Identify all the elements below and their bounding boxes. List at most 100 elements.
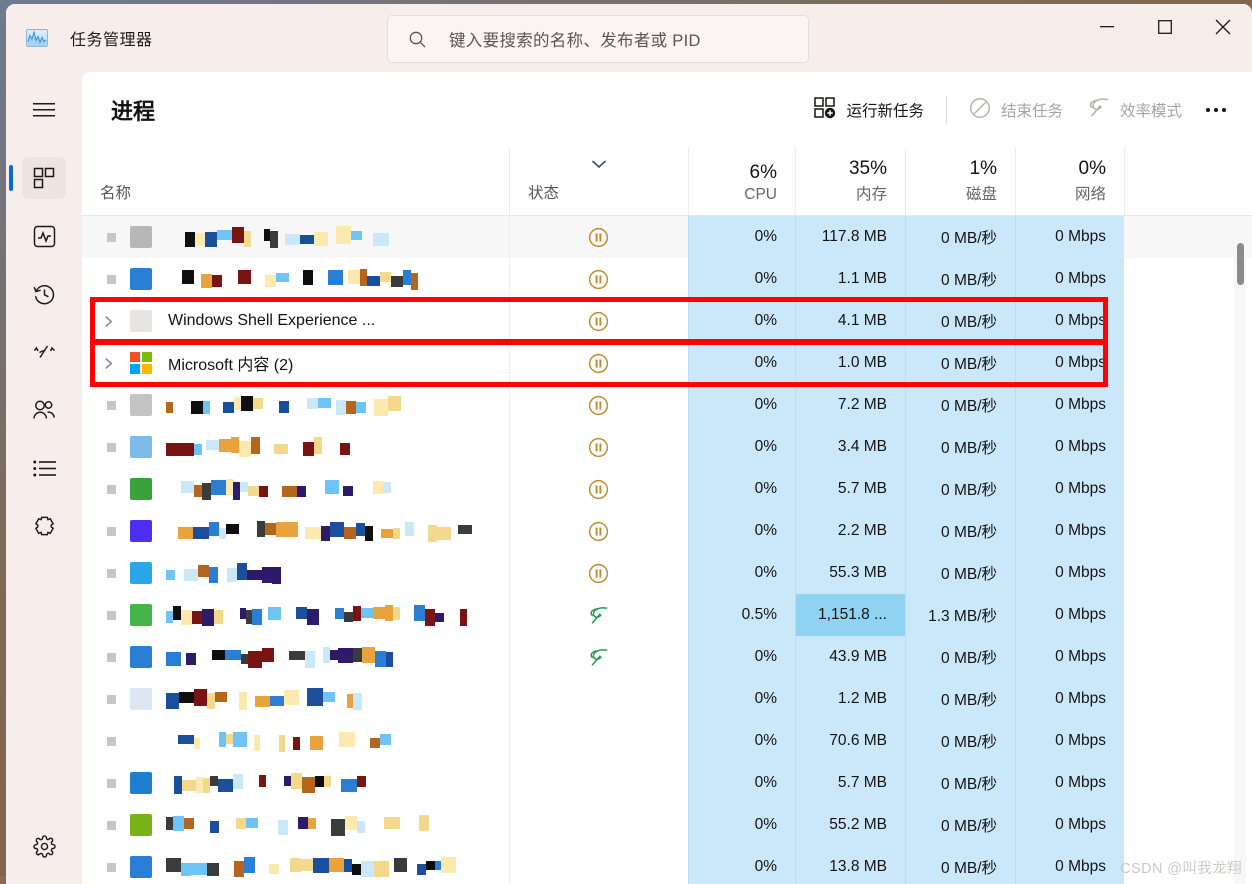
pause-icon <box>588 563 609 584</box>
column-header-network[interactable]: 0% 网络 <box>1015 148 1124 215</box>
cell-memory: 5.7 MB <box>795 468 905 510</box>
table-row[interactable]: 0%2.2 MB0 MB/秒0 Mbps <box>82 510 1252 552</box>
app-icon <box>130 856 152 878</box>
cell-status <box>509 426 688 468</box>
expand-toggle <box>104 569 126 578</box>
search-icon <box>408 30 427 49</box>
close-button[interactable] <box>1194 4 1252 50</box>
expand-toggle <box>104 611 126 620</box>
column-header-cpu[interactable]: 6% CPU <box>688 148 795 215</box>
table-row[interactable]: 0%55.2 MB0 MB/秒0 Mbps <box>82 804 1252 846</box>
end-task-button[interactable]: 结束任务 <box>957 90 1075 130</box>
app-icon <box>130 226 152 248</box>
expand-chevron-icon[interactable] <box>104 357 113 370</box>
sidebar-item-startup-apps[interactable] <box>6 324 82 380</box>
leaf-icon <box>1087 97 1110 123</box>
sidebar-item-performance[interactable] <box>6 208 82 264</box>
cell-network: 0 Mbps <box>1015 678 1124 720</box>
column-header-name[interactable]: 名称 <box>82 148 509 215</box>
expand-chevron-icon[interactable] <box>104 315 113 328</box>
app-icon <box>130 394 152 416</box>
cell-disk: 0 MB/秒 <box>905 426 1015 468</box>
more-options-button[interactable] <box>1194 90 1238 130</box>
gauge-icon <box>22 331 66 373</box>
app-icon <box>130 604 152 626</box>
cell-disk: 0 MB/秒 <box>905 216 1015 258</box>
cell-disk: 0 MB/秒 <box>905 552 1015 594</box>
table-row[interactable]: 0%1.1 MB0 MB/秒0 Mbps <box>82 258 1252 300</box>
cell-status <box>509 804 688 846</box>
app-icon <box>130 646 152 668</box>
pause-icon <box>588 437 609 458</box>
minimize-button[interactable] <box>1078 4 1136 50</box>
processes-icon <box>22 157 66 199</box>
cell-cpu: 0% <box>688 216 795 258</box>
sidebar-item-users[interactable] <box>6 382 82 438</box>
memory-total-percent: 35% <box>849 159 905 182</box>
table-row[interactable]: 0%117.8 MB0 MB/秒0 Mbps <box>82 216 1252 258</box>
cell-status <box>509 258 688 300</box>
cell-name <box>82 594 509 636</box>
expand-toggle[interactable] <box>104 315 126 328</box>
table-row[interactable]: 0%5.7 MB0 MB/秒0 Mbps <box>82 762 1252 804</box>
cell-memory: 4.1 MB <box>795 300 905 342</box>
cell-status <box>509 510 688 552</box>
cell-status <box>509 720 688 762</box>
pause-icon <box>588 269 609 290</box>
sidebar-item-app-history[interactable] <box>6 266 82 322</box>
hamburger-menu-button[interactable] <box>6 82 82 138</box>
cell-cpu: 0% <box>688 258 795 300</box>
cell-cpu: 0% <box>688 552 795 594</box>
censored-process-name <box>166 437 350 457</box>
cell-name <box>82 804 509 846</box>
expand-toggle[interactable] <box>104 357 126 370</box>
cell-cpu: 0% <box>688 804 795 846</box>
column-header-memory[interactable]: 35% 内存 <box>795 148 905 215</box>
cell-memory: 1.2 MB <box>795 678 905 720</box>
scrollbar-thumb[interactable] <box>1237 243 1244 285</box>
table-row[interactable]: 0%43.9 MB0 MB/秒0 Mbps <box>82 636 1252 678</box>
search-placeholder: 键入要搜索的名称、发布者或 PID <box>449 27 701 51</box>
censored-process-name <box>166 395 401 416</box>
sidebar-item-details[interactable] <box>6 440 82 496</box>
table-row[interactable]: 0%5.7 MB0 MB/秒0 Mbps <box>82 468 1252 510</box>
censored-process-name <box>166 521 472 542</box>
table-header-row: 名称 状态 6% CPU 35% 内存 1% <box>82 148 1252 216</box>
table-row[interactable]: 0%13.8 MB0 MB/秒0 Mbps <box>82 846 1252 884</box>
process-name: Microsoft 内容 (2) <box>168 351 293 375</box>
sidebar-item-settings[interactable] <box>6 818 82 874</box>
app-icon <box>130 772 152 794</box>
table-row[interactable]: 0.5%1,151.8 ...1.3 MB/秒0 Mbps <box>82 594 1252 636</box>
cell-network: 0 Mbps <box>1015 216 1124 258</box>
efficiency-mode-label: 效率模式 <box>1120 99 1182 121</box>
maximize-button[interactable] <box>1136 4 1194 50</box>
page-title: 进程 <box>111 94 155 126</box>
column-header-disk[interactable]: 1% 磁盘 <box>905 148 1015 215</box>
cell-status <box>509 846 688 884</box>
efficiency-mode-button[interactable]: 效率模式 <box>1075 90 1194 130</box>
table-row[interactable]: 0%1.2 MB0 MB/秒0 Mbps <box>82 678 1252 720</box>
cell-network: 0 Mbps <box>1015 636 1124 678</box>
table-row[interactable]: 0%55.3 MB0 MB/秒0 Mbps <box>82 552 1252 594</box>
sidebar-item-processes[interactable] <box>6 150 82 206</box>
cell-cpu: 0% <box>688 678 795 720</box>
cell-memory: 1.0 MB <box>795 342 905 384</box>
search-box[interactable]: 键入要搜索的名称、发布者或 PID <box>387 15 809 63</box>
cell-cpu: 0.5% <box>688 594 795 636</box>
table-row[interactable]: 0%3.4 MB0 MB/秒0 Mbps <box>82 426 1252 468</box>
sidebar-item-services[interactable] <box>6 498 82 554</box>
table-row[interactable]: 0%7.2 MB0 MB/秒0 Mbps <box>82 384 1252 426</box>
table-row[interactable]: Windows Shell Experience ...0%4.1 MB0 MB… <box>82 300 1252 342</box>
cell-memory: 3.4 MB <box>795 426 905 468</box>
column-header-status[interactable]: 状态 <box>509 148 688 215</box>
hamburger-icon <box>22 89 66 131</box>
run-new-task-button[interactable]: 运行新任务 <box>802 90 936 130</box>
table-row[interactable]: Microsoft 内容 (2)0%1.0 MB0 MB/秒0 Mbps <box>82 342 1252 384</box>
app-icon <box>130 688 152 710</box>
app-icon <box>130 730 152 752</box>
table-row[interactable]: 0%70.6 MB0 MB/秒0 Mbps <box>82 720 1252 762</box>
cell-network: 0 Mbps <box>1015 426 1124 468</box>
cell-memory: 7.2 MB <box>795 384 905 426</box>
vertical-scrollbar[interactable] <box>1234 216 1246 884</box>
window-controls <box>1078 4 1252 50</box>
